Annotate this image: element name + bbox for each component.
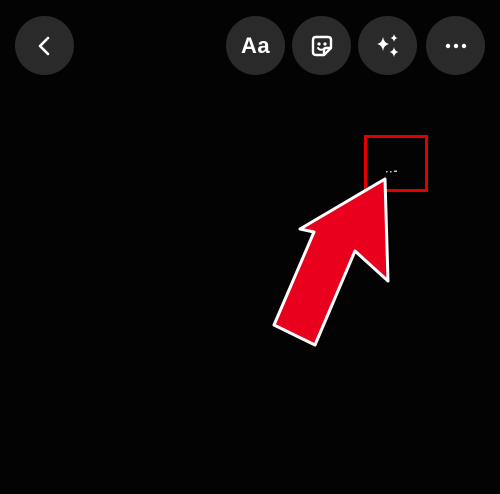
pointer-arrow-icon <box>272 177 390 347</box>
story-editor-canvas[interactable]: Aa <box>0 0 500 494</box>
